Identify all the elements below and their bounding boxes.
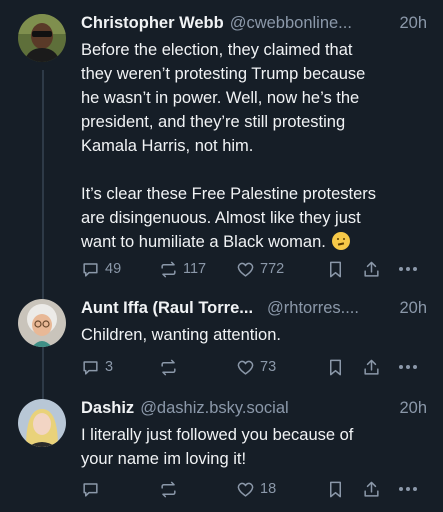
repost-icon bbox=[161, 359, 176, 375]
bookmark-button[interactable] bbox=[326, 479, 345, 499]
text-line: your name im loving it! bbox=[81, 450, 247, 468]
post-text: I literally just followed you because of… bbox=[81, 423, 429, 471]
post-actions: 49 117 772 bbox=[81, 259, 421, 279]
heart-icon bbox=[237, 482, 254, 497]
bookmark-button[interactable] bbox=[326, 357, 345, 377]
post-text: Before the election, they claimed that t… bbox=[81, 38, 429, 254]
like-count: 18 bbox=[260, 481, 277, 497]
text-line: he wasn’t in power. Well, now he’s the bbox=[81, 89, 360, 107]
repost-button[interactable] bbox=[159, 479, 178, 499]
like-button[interactable]: 772 bbox=[236, 259, 284, 279]
like-button[interactable]: 73 bbox=[236, 357, 276, 377]
text-line: Children, wanting attention. bbox=[81, 326, 281, 344]
text-line: are disingenuous. Almost like they just bbox=[81, 209, 361, 227]
bookmark-icon bbox=[329, 481, 342, 497]
post-time[interactable]: 20h bbox=[399, 14, 427, 33]
author-name[interactable]: Christopher Webb bbox=[81, 14, 224, 33]
more-icon bbox=[399, 487, 417, 491]
like-count: 772 bbox=[260, 261, 285, 277]
author-handle[interactable]: @dashiz.bsky.social bbox=[140, 399, 397, 418]
post-time[interactable]: 20h bbox=[399, 399, 427, 418]
reply-count: 3 bbox=[105, 359, 114, 375]
more-icon bbox=[399, 365, 417, 369]
post-header: Aunt Iffa (Raul Torre... @rhtorres.... 2… bbox=[81, 299, 427, 321]
text-line bbox=[81, 158, 429, 182]
author-handle[interactable]: @rhtorres.... bbox=[267, 299, 397, 318]
more-button[interactable] bbox=[399, 357, 417, 377]
share-icon bbox=[364, 359, 379, 375]
more-icon bbox=[399, 267, 417, 271]
post-christopher-webb[interactable]: Christopher Webb @cwebbonline... 20h Bef… bbox=[0, 14, 443, 284]
bookmark-icon bbox=[329, 261, 342, 277]
author-handle[interactable]: @cwebbonline... bbox=[230, 14, 398, 33]
share-button[interactable] bbox=[362, 259, 381, 279]
post-dashiz[interactable]: Dashiz @dashiz.bsky.social 20h I literal… bbox=[0, 399, 443, 504]
reply-icon bbox=[83, 360, 98, 375]
more-button[interactable] bbox=[399, 479, 417, 499]
author-name[interactable]: Dashiz bbox=[81, 399, 134, 418]
post-header: Dashiz @dashiz.bsky.social 20h bbox=[81, 399, 427, 421]
share-button[interactable] bbox=[362, 479, 381, 499]
reply-button[interactable]: 3 bbox=[81, 357, 113, 377]
bookmark-button[interactable] bbox=[326, 259, 345, 279]
repost-button[interactable] bbox=[159, 357, 178, 377]
share-icon bbox=[364, 481, 379, 497]
text-line: Kamala Harris, not him. bbox=[81, 137, 254, 155]
post-text: Children, wanting attention. bbox=[81, 323, 429, 347]
avatar[interactable] bbox=[18, 299, 66, 347]
text-line: they weren’t protesting Trump because bbox=[81, 65, 366, 83]
repost-button[interactable]: 117 bbox=[159, 259, 206, 279]
text-line: It’s clear these Free Palestine proteste… bbox=[81, 185, 377, 203]
repost-icon bbox=[161, 261, 176, 277]
reply-button[interactable] bbox=[81, 479, 100, 499]
heart-icon bbox=[237, 262, 254, 277]
post-header: Christopher Webb @cwebbonline... 20h bbox=[81, 14, 427, 36]
repost-count: 117 bbox=[183, 261, 207, 277]
share-button[interactable] bbox=[362, 357, 381, 377]
like-count: 73 bbox=[260, 359, 277, 375]
like-button[interactable]: 18 bbox=[236, 479, 276, 499]
avatar[interactable] bbox=[18, 399, 66, 447]
bookmark-icon bbox=[329, 359, 342, 375]
post-actions: 3 73 bbox=[81, 357, 421, 377]
text-line: president, and they’re still protesting bbox=[81, 113, 346, 131]
reply-button[interactable]: 49 bbox=[81, 259, 121, 279]
text-line: Before the election, they claimed that bbox=[81, 41, 353, 59]
reply-count: 49 bbox=[105, 261, 122, 277]
reply-icon bbox=[83, 262, 98, 277]
avatar[interactable] bbox=[18, 14, 66, 62]
thinking-face-emoji bbox=[332, 232, 351, 250]
text-line: I literally just followed you because of bbox=[81, 426, 354, 444]
more-button[interactable] bbox=[399, 259, 417, 279]
text-line: want to humiliate a Black woman. bbox=[81, 233, 326, 251]
reply-icon bbox=[83, 482, 98, 497]
author-name[interactable]: Aunt Iffa (Raul Torre... bbox=[81, 299, 253, 318]
repost-icon bbox=[161, 481, 176, 497]
post-time[interactable]: 20h bbox=[399, 299, 427, 318]
post-aunt-iffa[interactable]: Aunt Iffa (Raul Torre... @rhtorres.... 2… bbox=[0, 299, 443, 381]
share-icon bbox=[364, 261, 379, 277]
post-actions: 18 bbox=[81, 479, 421, 499]
heart-icon bbox=[237, 360, 254, 375]
